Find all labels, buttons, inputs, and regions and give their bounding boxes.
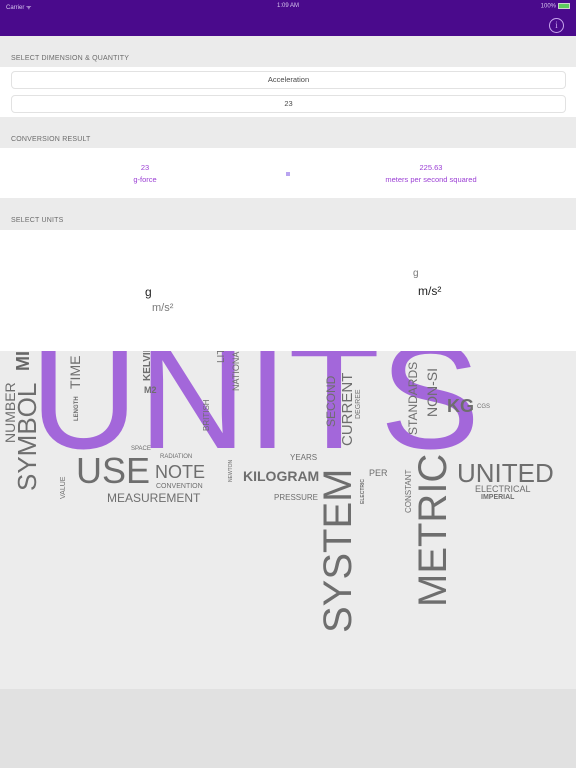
result-from: 23 g-force xyxy=(60,162,230,186)
cloud-word: PRESSURE xyxy=(274,493,319,502)
cloud-word: ELECTRICAL xyxy=(475,484,531,494)
cloud-word: BRITISH xyxy=(202,399,211,431)
cloud-word: MI xyxy=(13,351,33,371)
bottom-area xyxy=(0,689,576,768)
cloud-word: SPACE xyxy=(131,446,151,452)
cloud-word: USE xyxy=(76,450,151,491)
cloud-word: NOTE xyxy=(155,462,206,482)
cloud-word: LENGTH xyxy=(74,396,80,421)
from-unit: g-force xyxy=(133,175,157,184)
cloud-word: CONVENTION xyxy=(156,483,203,490)
cloud-word: NON-SI xyxy=(424,368,440,417)
cloud-word: SYMBOL xyxy=(12,382,42,491)
cloud-word: KELVIN xyxy=(142,351,153,381)
cloud-word: METRIC xyxy=(411,453,455,607)
cloud-word: NATIONAL xyxy=(231,351,241,391)
cloud-word: MEASUREMENT xyxy=(107,491,201,505)
cloud-word: KILOGRAM xyxy=(243,468,320,484)
cloud-word: RADIATION xyxy=(160,454,193,460)
result-to: 225.63 meters per second squared xyxy=(330,162,532,186)
cloud-word: PER xyxy=(369,468,388,478)
cloud-word: CGS xyxy=(477,404,491,410)
quantity-field[interactable]: 23 xyxy=(11,95,566,113)
cloud-word: CURRENT xyxy=(339,372,356,446)
cloud-word: LITER xyxy=(216,351,227,363)
cloud-word: UNITED xyxy=(457,458,554,488)
cloud-word: DEGREE xyxy=(355,389,362,419)
to-unit: meters per second squared xyxy=(385,175,477,184)
navigation-bar: i xyxy=(0,14,576,36)
left-picker-next[interactable]: m/s² xyxy=(152,302,173,314)
to-value: 225.63 xyxy=(419,163,443,172)
battery-icon xyxy=(558,3,570,9)
info-icon[interactable]: i xyxy=(549,18,564,33)
status-bar: Carrier ᯤ 1:09 AM 100% xyxy=(0,0,576,14)
battery-indicator: 100% xyxy=(541,3,570,10)
select-units-header: SELECT UNITS xyxy=(11,217,64,224)
cloud-word: TIME xyxy=(67,355,83,389)
dimension-field[interactable]: Acceleration xyxy=(11,71,566,89)
from-value: 23 xyxy=(140,163,150,172)
cloud-word: STANDARDS xyxy=(406,361,420,435)
time-label: 1:09 AM xyxy=(276,3,299,9)
cloud-word: SECOND xyxy=(324,375,338,427)
units-picker-panel[interactable]: g m/s² g m/s² xyxy=(0,230,576,351)
cloud-word: YEARS xyxy=(290,453,318,462)
conversion-result-header: CONVERSION RESULT xyxy=(11,136,91,143)
cloud-word: IMPERIAL xyxy=(481,494,515,501)
cloud-word: M2 xyxy=(144,385,157,395)
equals-marker xyxy=(286,172,290,176)
word-cloud-image: UNITS NUMBER SYMBOL MI TIME LENGTH KELVI… xyxy=(0,351,576,689)
left-picker-selected[interactable]: g xyxy=(145,285,152,299)
dimension-panel: Acceleration 23 xyxy=(0,67,576,117)
battery-percent: 100% xyxy=(540,3,556,10)
right-picker-selected[interactable]: m/s² xyxy=(418,284,441,298)
cloud-word: KG xyxy=(447,396,474,416)
cloud-word: NEWTON xyxy=(228,459,234,482)
select-dimension-header: SELECT DIMENSION & QUANTITY xyxy=(11,55,130,62)
cloud-word: ELECTRIC xyxy=(360,479,366,504)
right-picker-prev[interactable]: g xyxy=(413,268,419,279)
cloud-word: VALUE xyxy=(60,476,67,499)
cloud-word: SYSTEM xyxy=(316,468,360,633)
